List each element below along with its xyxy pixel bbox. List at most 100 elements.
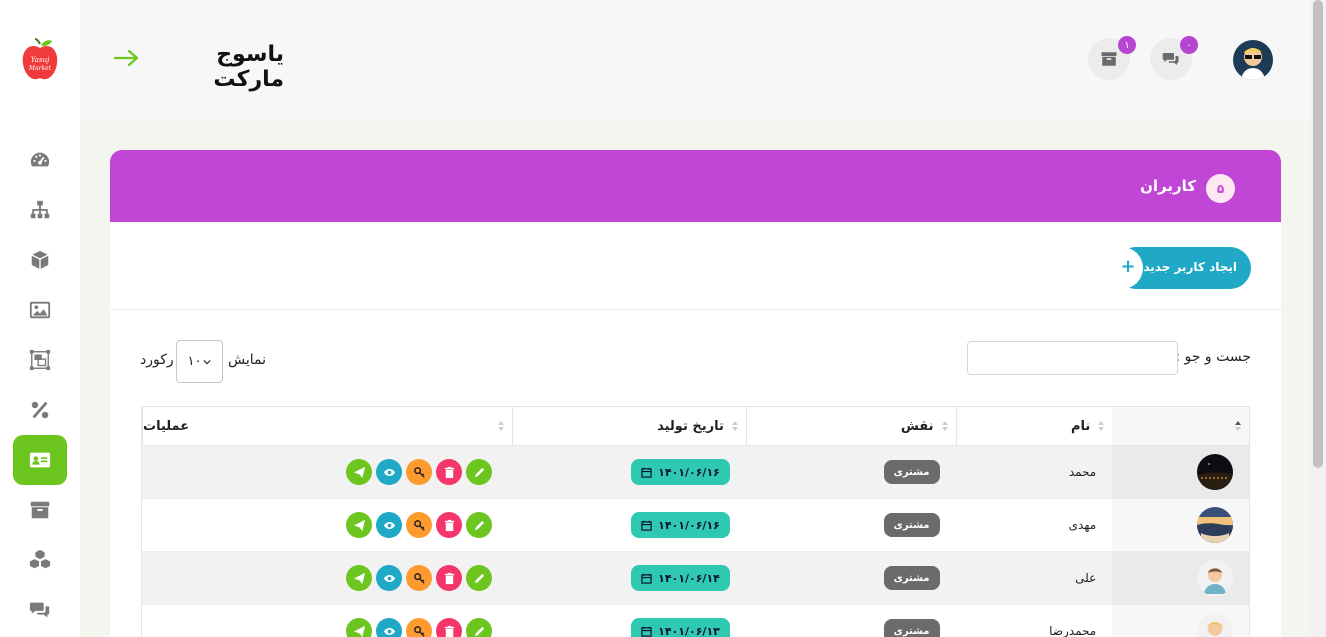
page-length-select[interactable]: ۱۰ xyxy=(176,340,223,383)
object-group-icon xyxy=(29,349,51,371)
cell-ops xyxy=(142,499,512,551)
calendar-icon xyxy=(641,520,652,531)
cell-role: مشتری xyxy=(746,446,956,498)
send-message-button[interactable] xyxy=(346,459,373,485)
sort-icon xyxy=(731,421,738,431)
delete-button[interactable] xyxy=(436,618,463,637)
pencil-icon xyxy=(474,520,484,530)
archive-badge: ۱ xyxy=(1118,36,1136,54)
key-icon xyxy=(413,519,425,531)
change-password-button[interactable] xyxy=(406,618,433,637)
cell-date: ۱۴۰۱/۰۶/۱۴ xyxy=(512,552,746,604)
header-avatar[interactable] xyxy=(1112,407,1249,445)
sidebar-item-users[interactable] xyxy=(13,435,67,485)
sidebar-item-discounts[interactable] xyxy=(13,385,67,435)
role-badge: مشتری xyxy=(883,513,940,537)
date-badge: ۱۴۰۱/۰۶/۱۴ xyxy=(631,565,730,591)
paper-plane-icon xyxy=(353,466,365,478)
sitemap-icon xyxy=(30,200,50,219)
create-user-button[interactable]: + ایجاد کاربر جدید xyxy=(1115,247,1251,289)
eye-icon xyxy=(383,627,395,635)
gauge-icon xyxy=(30,152,50,167)
card-toolbar: + ایجاد کاربر جدید xyxy=(110,222,1281,310)
sidebar-item-gallery[interactable] xyxy=(13,285,67,335)
cell-name: محمدرضا xyxy=(1049,624,1097,637)
row-actions xyxy=(346,459,493,485)
role-badge: مشتری xyxy=(883,460,940,484)
header-date[interactable]: تاریخ تولید xyxy=(512,407,746,445)
sort-icon xyxy=(941,421,948,431)
sidebar-item-products[interactable] xyxy=(13,235,67,285)
delete-button[interactable] xyxy=(436,512,463,538)
table-controls: جست و جو : نمایش ۱۰ رکورد xyxy=(110,310,1281,405)
messages-badge: ۰ xyxy=(1180,36,1198,54)
vertical-scrollbar[interactable] xyxy=(1310,0,1326,637)
calendar-icon xyxy=(641,467,652,478)
edit-button[interactable] xyxy=(466,512,493,538)
table-row: ۱۴۰۱/۰۶/۱۳ مشتری محمدرضا xyxy=(142,605,1249,637)
cell-date: ۱۴۰۱/۰۶/۱۶ xyxy=(512,499,746,551)
change-password-button[interactable] xyxy=(406,512,433,538)
header-role[interactable]: نقش xyxy=(745,407,956,445)
eye-icon xyxy=(383,574,395,582)
send-message-button[interactable] xyxy=(346,512,373,538)
edit-button[interactable] xyxy=(466,618,493,637)
sidebar-item-archive[interactable] xyxy=(13,485,67,535)
row-avatar xyxy=(1197,507,1233,543)
table-row: ۱۴۰۱/۰۶/۱۶ مشتری محمد xyxy=(142,446,1249,499)
sidebar-item-banners[interactable] xyxy=(13,335,67,385)
view-button[interactable] xyxy=(376,565,403,591)
messages-button[interactable]: ۰ xyxy=(1150,36,1198,80)
card-title: کاربران xyxy=(1140,177,1196,195)
edit-button[interactable] xyxy=(466,459,493,485)
archive-button[interactable]: ۱ xyxy=(1088,36,1136,80)
sidebar: Yasuj Market xyxy=(0,0,80,637)
box-icon xyxy=(31,250,49,270)
page-title: یاسوج مارکت xyxy=(213,42,284,92)
users-count-badge: ۵ xyxy=(1206,174,1235,203)
view-button[interactable] xyxy=(376,618,403,637)
trash-icon xyxy=(444,466,454,478)
calendar-icon xyxy=(641,626,652,637)
sidebar-item-categories[interactable] xyxy=(13,185,67,235)
header-ops[interactable]: عملیات xyxy=(142,407,512,445)
table-row: ۱۴۰۱/۰۶/۱۴ مشتری علی xyxy=(142,552,1249,605)
role-badge: مشتری xyxy=(883,619,940,637)
cell-role: مشتری xyxy=(746,499,956,551)
back-arrow-icon[interactable] xyxy=(112,46,142,70)
user-avatar[interactable] xyxy=(1233,40,1273,80)
key-icon xyxy=(413,466,425,478)
edit-button[interactable] xyxy=(466,565,493,591)
cell-name: علی xyxy=(1075,571,1097,585)
key-icon xyxy=(413,572,425,584)
row-actions xyxy=(346,618,493,637)
calendar-icon xyxy=(641,573,652,584)
cell-ops xyxy=(142,552,512,604)
paper-plane-icon xyxy=(353,519,365,531)
change-password-button[interactable] xyxy=(406,459,433,485)
role-badge: مشتری xyxy=(883,566,940,590)
app-logo[interactable]: Yasuj Market xyxy=(20,38,60,82)
send-message-button[interactable] xyxy=(346,565,373,591)
sidebar-item-dashboard[interactable] xyxy=(13,135,67,185)
send-message-button[interactable] xyxy=(346,618,373,637)
view-button[interactable] xyxy=(376,512,403,538)
id-card-icon xyxy=(29,452,51,468)
cell-avatar xyxy=(1112,605,1249,637)
search-input[interactable] xyxy=(967,341,1178,375)
sidebar-item-packages[interactable] xyxy=(13,535,67,585)
archive-icon xyxy=(1101,52,1117,66)
header-name[interactable]: نام xyxy=(955,407,1113,445)
date-badge: ۱۴۰۱/۰۶/۱۶ xyxy=(631,512,730,538)
key-icon xyxy=(413,625,425,637)
sidebar-item-comments[interactable] xyxy=(13,585,67,635)
table-body: ۱۴۰۱/۰۶/۱۶ مشتری محمد ۱۴۰۱/۰۶/۱۶ مشتری م… xyxy=(142,446,1249,637)
delete-button[interactable] xyxy=(436,459,463,485)
delete-button[interactable] xyxy=(436,565,463,591)
sort-icon xyxy=(498,421,505,431)
change-password-button[interactable] xyxy=(406,565,433,591)
row-actions xyxy=(346,512,493,538)
view-button[interactable] xyxy=(376,459,403,485)
show-label: نمایش xyxy=(228,352,267,368)
cell-name: محمد xyxy=(1068,465,1097,479)
